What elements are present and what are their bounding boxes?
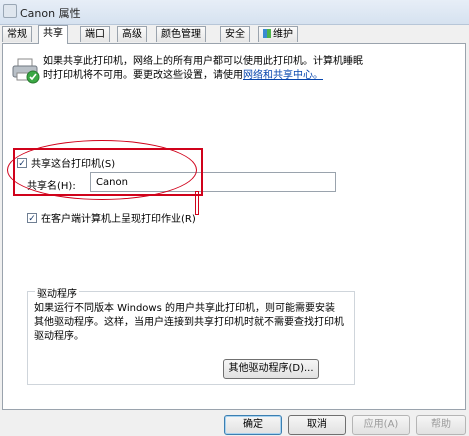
sharing-intro-text: 如果共享此打印机，网络上的所有用户都可以使用此打印机。计算机睡眠时打印机将不可用… [43,55,363,83]
ok-button[interactable]: 确定 [224,415,282,435]
title-bar: Canon 属性 [0,0,469,25]
render-jobs-checkbox[interactable]: ✓ [27,212,37,224]
tab-label: 高级 [122,29,142,40]
other-drivers-button[interactable]: 其他驱动程序(D)... [223,359,319,379]
tab-label: 颜色管理 [161,29,201,40]
tab-ports[interactable]: 端口 [80,26,110,42]
tab-strip: 常规 共享 端口 高级 颜色管理 安全 维护 [0,25,469,44]
printer-window-icon [3,4,17,18]
cancel-button[interactable]: 取消 [288,415,346,435]
window-title: Canon 属性 [20,7,81,20]
annotation-ellipse [7,140,197,200]
apply-button[interactable]: 应用(A) [352,415,410,435]
network-sharing-center-link[interactable]: 网络和共享中心。 [243,70,323,81]
tab-label: 安全 [225,29,245,40]
drivers-group-title: 驱动程序 [35,285,79,300]
tab-label: 端口 [85,29,105,40]
tab-label: 维护 [273,29,293,40]
drivers-group: 驱动程序 如果运行不同版本 Windows 的用户共享此打印机，则可能需要安装其… [27,285,355,385]
tab-sharing[interactable]: 共享 [38,25,68,44]
tab-label: 共享 [43,28,63,39]
tab-general[interactable]: 常规 [2,26,32,42]
render-jobs-label: 在客户端计算机上呈现打印作业(R) [41,214,196,225]
sharing-panel: 如果共享此打印机，网络上的所有用户都可以使用此打印机。计算机睡眠时打印机将不可用… [2,43,466,410]
printer-icon [12,58,40,84]
tab-advanced[interactable]: 高级 [117,26,147,42]
tab-label: 常规 [7,29,27,40]
tab-maintenance[interactable]: 维护 [258,26,298,42]
help-button[interactable]: 帮助 [416,415,466,435]
drivers-description: 如果运行不同版本 Windows 的用户共享此打印机，则可能需要安装其他驱动程序… [34,303,344,342]
tab-color-management[interactable]: 颜色管理 [156,26,206,42]
maintenance-icon [263,29,271,38]
render-jobs-option[interactable]: ✓ 在客户端计算机上呈现打印作业(R) [27,210,196,225]
tab-security[interactable]: 安全 [220,26,250,42]
